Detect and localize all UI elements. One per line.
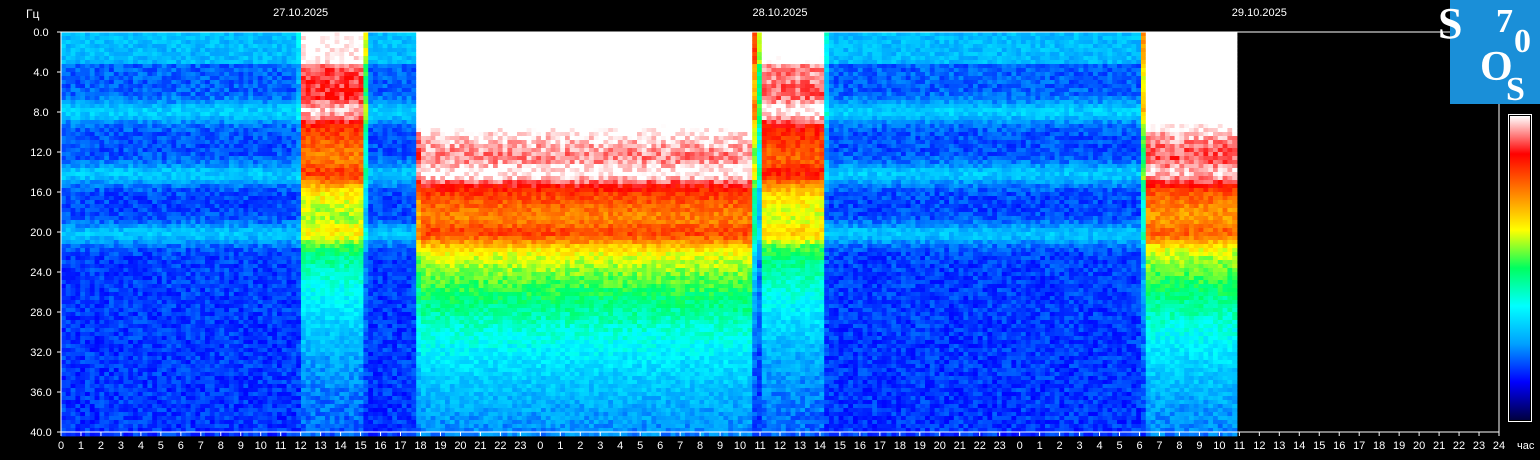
x-tick-label: 5 — [637, 440, 643, 452]
x-tick-label: 3 — [1077, 440, 1083, 452]
x-tick-label: 19 — [914, 440, 926, 452]
x-tick-label: 24 — [1493, 440, 1505, 452]
x-tick-label: 23 — [994, 440, 1006, 452]
x-tick-label: 0 — [1017, 440, 1023, 452]
x-tick-label: 0 — [537, 440, 543, 452]
x-tick-label: 18 — [894, 440, 906, 452]
x-tick-label: 22 — [974, 440, 986, 452]
x-tick-label: 6 — [178, 440, 184, 452]
x-tick-label: 10 — [1213, 440, 1225, 452]
x-tick-label: 6 — [657, 440, 663, 452]
x-tick-label: 20 — [1413, 440, 1425, 452]
x-tick-label: 22 — [1453, 440, 1465, 452]
color-scale-bar — [1508, 114, 1532, 422]
x-tick-label: 12 — [774, 440, 786, 452]
x-tick-label: 21 — [954, 440, 966, 452]
x-tick-label: 8 — [1176, 440, 1182, 452]
logo-letter-s1: S — [1438, 0, 1462, 48]
x-tick-label: 7 — [198, 440, 204, 452]
x-tick-label: 4 — [1096, 440, 1102, 452]
y-tick-label: 12.0 — [30, 147, 51, 159]
y-tick-label: 32.0 — [30, 347, 51, 359]
x-tick-label: 14 — [1293, 440, 1305, 452]
y-tick-label: 28.0 — [30, 307, 51, 319]
x-tick-label: 13 — [1273, 440, 1285, 452]
date-label: 28.10.2025 — [752, 7, 807, 19]
x-tick-label: 13 — [794, 440, 806, 452]
x-tick-label: 9 — [717, 440, 723, 452]
date-label: 27.10.2025 — [273, 7, 328, 19]
x-tick-label: 5 — [1116, 440, 1122, 452]
color-scale-gradient — [1510, 116, 1530, 420]
x-tick-label: 8 — [218, 440, 224, 452]
x-tick-label: 16 — [1333, 440, 1345, 452]
heatmap-area — [61, 32, 1237, 436]
x-tick-label: 16 — [374, 440, 386, 452]
y-tick-label: 36.0 — [30, 387, 51, 399]
x-tick-label: 15 — [834, 440, 846, 452]
sos70-logo: S 7 0 O S — [1436, 0, 1540, 104]
x-axis-label: час — [1517, 440, 1535, 452]
x-tick-label: 18 — [1373, 440, 1385, 452]
x-tick-label: 17 — [1353, 440, 1365, 452]
x-tick-label: 10 — [734, 440, 746, 452]
x-tick-label: 6 — [1136, 440, 1142, 452]
x-tick-label: 14 — [814, 440, 826, 452]
x-tick-label: 22 — [494, 440, 506, 452]
x-tick-label: 19 — [1393, 440, 1405, 452]
x-tick-label: 4 — [138, 440, 144, 452]
y-tick-label: 8.0 — [33, 107, 48, 119]
x-tick-label: 11 — [275, 440, 286, 452]
x-tick-label: 2 — [577, 440, 583, 452]
x-tick-label: 2 — [1057, 440, 1063, 452]
x-tick-label: 15 — [354, 440, 366, 452]
x-tick-label: 7 — [677, 440, 683, 452]
x-tick-label: 17 — [394, 440, 406, 452]
logo-letter-s2: S — [1506, 71, 1525, 104]
x-tick-label: 8 — [697, 440, 703, 452]
x-tick-label: 20 — [454, 440, 466, 452]
x-tick-label: 5 — [158, 440, 164, 452]
y-tick-label: 0.0 — [33, 27, 48, 39]
x-tick-label: 23 — [514, 440, 526, 452]
x-tick-label: 1 — [1037, 440, 1043, 452]
y-tick-label: 16.0 — [30, 187, 51, 199]
x-tick-label: 11 — [754, 440, 765, 452]
x-tick-label: 21 — [474, 440, 486, 452]
x-tick-label: 3 — [597, 440, 603, 452]
x-tick-label: 9 — [1196, 440, 1202, 452]
x-tick-label: 12 — [295, 440, 307, 452]
y-tick-label: 20.0 — [30, 227, 51, 239]
x-tick-label: 10 — [255, 440, 267, 452]
x-tick-label: 16 — [854, 440, 866, 452]
x-tick-label: 4 — [617, 440, 623, 452]
x-tick-label: 12 — [1253, 440, 1265, 452]
x-tick-label: 1 — [78, 440, 84, 452]
spectrogram-chart: Гц 0.0 4.0 8.0 12.0 16.0 20.0 24.0 28.0 32.0 36.0… — [0, 0, 1540, 460]
x-tick-label: 18 — [414, 440, 426, 452]
x-tick-label: 19 — [434, 440, 446, 452]
x-tick-label: 1 — [557, 440, 563, 452]
logo-digit-7: 7 — [1496, 3, 1513, 40]
logo-digit-0: 0 — [1514, 23, 1531, 60]
y-axis-label: Гц — [26, 7, 39, 21]
x-tick-label: 14 — [334, 440, 346, 452]
y-tick-label: 24.0 — [30, 267, 51, 279]
x-tick-label: 0 — [58, 440, 64, 452]
x-tick-label: 15 — [1313, 440, 1325, 452]
x-tick-label: 7 — [1156, 440, 1162, 452]
x-tick-label: 9 — [238, 440, 244, 452]
x-tick-label: 17 — [874, 440, 886, 452]
x-tick-label: 20 — [934, 440, 946, 452]
x-tick-label: 3 — [118, 440, 124, 452]
x-tick-label: 11 — [1234, 440, 1245, 452]
y-tick-label: 4.0 — [33, 67, 48, 79]
x-tick-label: 2 — [98, 440, 104, 452]
x-tick-label: 13 — [315, 440, 327, 452]
x-tick-label: 23 — [1473, 440, 1485, 452]
x-tick-label: 21 — [1433, 440, 1445, 452]
y-tick-label: 40.0 — [30, 427, 51, 439]
date-label: 29.10.2025 — [1232, 7, 1287, 19]
